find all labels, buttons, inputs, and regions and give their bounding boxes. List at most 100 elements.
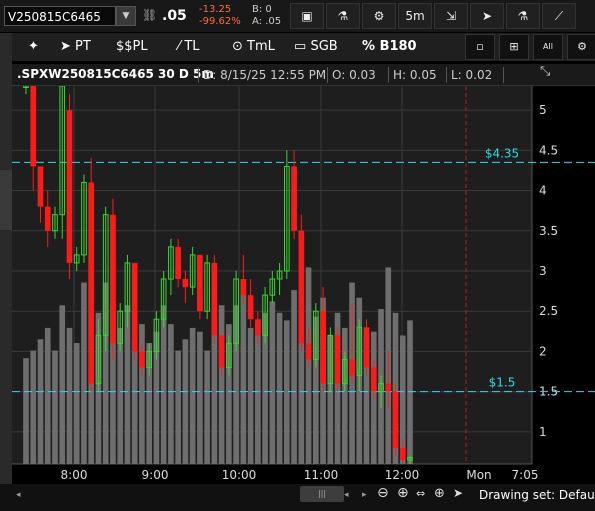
symbol-input[interactable]: V250815C6465	[4, 6, 116, 26]
flask-icon-2[interactable]: ⚗	[506, 3, 540, 29]
all-drawings-button[interactable]: All	[533, 34, 563, 60]
left-panel-strip	[0, 33, 12, 493]
scroll-left-icon-2[interactable]: ◂	[344, 490, 349, 500]
y-tick-label: 3.5	[539, 224, 558, 238]
timeframe-label: 5m	[405, 9, 425, 23]
candle-body	[131, 262, 138, 352]
scroll-left-icon[interactable]: ◂	[16, 490, 21, 500]
symbol-dropdown-button[interactable]: ▼	[116, 6, 136, 26]
volume-bar	[240, 290, 247, 464]
y-tick-label: 2.5	[539, 304, 558, 318]
candle-body	[298, 230, 305, 344]
x-axis-area	[12, 464, 532, 484]
scrollbar-thumb[interactable]: |||	[300, 486, 344, 502]
timeline-label: TmL	[247, 39, 275, 54]
volume-bar	[276, 312, 283, 464]
x-tick-label: 10:00	[222, 468, 257, 482]
pointer-icon[interactable]: ➤	[470, 3, 504, 29]
link-icon[interactable]: ⛓	[142, 8, 157, 24]
pointer-tool[interactable]: ➤ PT	[60, 36, 91, 58]
x-tick-label: 11:00	[304, 468, 339, 482]
volume-bar	[37, 339, 44, 464]
x-tick-label: Mon	[466, 468, 491, 482]
flask-icon[interactable]: ⚗	[326, 3, 360, 29]
y-tick-label: 2	[539, 344, 547, 358]
candle-body	[197, 254, 203, 312]
cursor-style-icon[interactable]: ⇲	[434, 3, 468, 29]
price-level-label: $4.35	[485, 146, 519, 160]
chart-style-icon[interactable]: ⟋	[542, 3, 576, 29]
volume-bar	[23, 358, 29, 464]
collapse-icon[interactable]: ⤡	[540, 64, 550, 79]
candle-body	[218, 335, 225, 368]
all-label: All	[543, 42, 553, 51]
divider	[388, 67, 389, 83]
candle-body	[88, 182, 95, 384]
candle-body	[349, 359, 355, 376]
divider	[446, 67, 447, 83]
candle-body	[363, 327, 370, 368]
zoom-in-icon[interactable]: ⊕	[397, 485, 409, 501]
candle-body	[37, 166, 44, 207]
scroll-right-icon[interactable]: ▸	[362, 490, 367, 500]
candle-body	[255, 319, 261, 336]
bid-price: B: 0	[252, 4, 272, 15]
volume-bar	[52, 350, 58, 464]
gear-icon[interactable]: ⚙	[362, 3, 396, 29]
chart-symbol: .SPXW250815C6465 30 D 5m	[17, 67, 214, 81]
y-tick-label: 3	[539, 264, 547, 278]
candle-body	[30, 86, 37, 167]
timeframe-dropdown[interactable]: 5m	[398, 3, 432, 29]
price-level-tool[interactable]: $$PL	[116, 36, 148, 58]
fibonacci-label: B180	[379, 39, 417, 54]
square-icon[interactable]: ▫	[465, 34, 495, 60]
quote-icon[interactable]: ▣	[290, 3, 324, 29]
candle-body	[305, 343, 312, 360]
volume-bar	[124, 305, 131, 464]
pin-icon[interactable]: ✦	[28, 36, 39, 58]
percent-icon: %	[362, 39, 376, 54]
volume-bar	[204, 350, 210, 464]
price-level-label: $1.5	[489, 376, 516, 390]
trendline-label: TL	[184, 39, 200, 54]
volume-bar	[73, 343, 80, 464]
candle-body	[392, 391, 399, 448]
x-tick-label: 7:05	[512, 468, 539, 482]
volume-bar	[168, 324, 174, 464]
pointer-icon: ➤	[60, 39, 71, 54]
trendline-tool[interactable]: ⁄ TL	[178, 36, 200, 58]
fit-width-icon[interactable]: ⇔	[416, 487, 425, 500]
bar-low: L: 0.02	[451, 68, 493, 82]
x-tick-label: 12:00	[385, 468, 420, 482]
net-change: -13.25	[199, 4, 232, 15]
crosshair-icon[interactable]: ⊕	[434, 486, 445, 501]
drawing-set-label[interactable]: Drawing set: Default	[479, 488, 595, 502]
candle-body	[334, 335, 341, 384]
volume-bar	[189, 327, 196, 464]
candle-body	[240, 279, 247, 296]
candle-body	[44, 206, 51, 231]
timeline-tool[interactable]: ⊙ TmL	[232, 36, 275, 58]
candle-body	[139, 351, 145, 368]
y-tick-label: 4	[539, 184, 547, 198]
volume-bar	[341, 327, 348, 464]
chart-info-bar: .SPXW250815C6465 30 D 5m D: 8/15/25 12:5…	[12, 64, 595, 86]
price-chart[interactable]: 54.543.532.521.518:00 9:00 10:00 11:00 12:00…	[12, 86, 595, 484]
bar-date: D: 8/15/25 12:55 PM	[203, 68, 327, 82]
volume-bar	[218, 305, 225, 464]
rectangle-tool[interactable]: ▭ SGB	[294, 36, 338, 58]
volume-bar	[66, 327, 73, 464]
zoom-out-icon[interactable]: ⊖	[377, 485, 389, 501]
gear-icon[interactable]: ⚙	[567, 34, 595, 60]
cursor-icon[interactable]: ➤	[453, 486, 463, 500]
rectangle-label: SGB	[310, 39, 338, 54]
fibonacci-tool[interactable]: % B180	[362, 36, 417, 58]
pointer-tool-label: PT	[75, 39, 91, 54]
volume-bar	[284, 320, 290, 464]
price-level-label: $PL	[124, 39, 148, 54]
grid-icon[interactable]: ⊞	[499, 34, 529, 60]
timeline-icon: ⊙	[232, 39, 243, 54]
ask-price: A: .05	[252, 16, 282, 27]
candle-body	[320, 311, 326, 384]
left-panel-handle[interactable]	[0, 170, 12, 230]
